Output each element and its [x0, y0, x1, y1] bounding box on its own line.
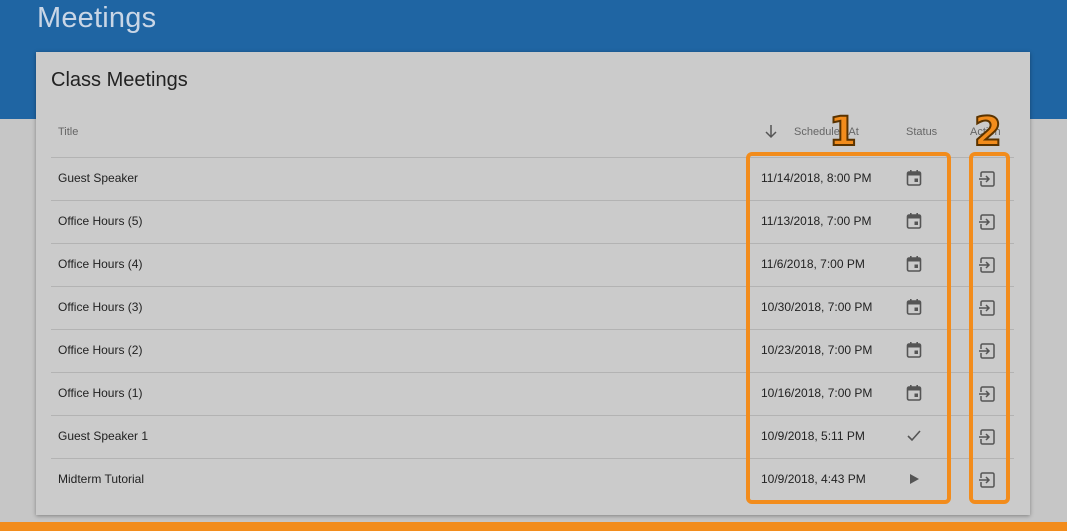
meeting-title: Guest Speaker [58, 171, 139, 185]
meeting-title: Guest Speaker 1 [58, 429, 149, 443]
sort-descending-icon[interactable] [763, 122, 779, 140]
callout-number-1: 1 [828, 109, 858, 155]
callout-number-2: 2 [973, 109, 1003, 155]
highlight-box-action [969, 152, 1010, 504]
card-title: Class Meetings [51, 69, 188, 91]
highlight-box-scheduled-status [746, 152, 951, 504]
meeting-title: Midterm Tutorial [58, 472, 145, 486]
meeting-title: Office Hours (4) [58, 257, 143, 271]
bottom-accent-bar [0, 522, 1067, 531]
page-title: Meetings [37, 2, 157, 34]
column-header-status: Status [906, 126, 938, 138]
meeting-title: Office Hours (3) [58, 300, 143, 314]
column-header-title[interactable]: Title [58, 126, 78, 138]
meeting-title: Office Hours (2) [58, 343, 143, 357]
meeting-title: Office Hours (5) [58, 214, 143, 228]
meeting-title: Office Hours (1) [58, 386, 143, 400]
